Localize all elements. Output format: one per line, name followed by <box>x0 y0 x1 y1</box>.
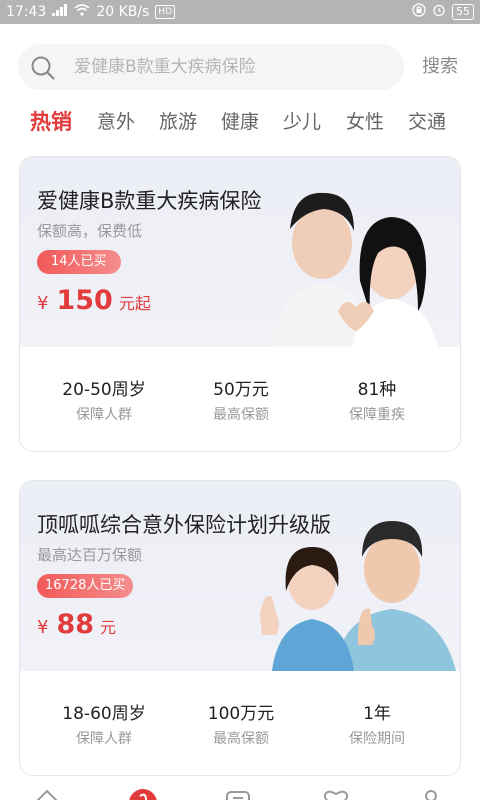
hot-icon[interactable] <box>128 788 158 800</box>
price-unit: 元起 <box>118 294 151 313</box>
bottom-nav <box>0 782 480 800</box>
stat-label: 保障重疾 <box>349 407 405 423</box>
price-value: 88 <box>56 609 95 640</box>
stat-label: 保障人群 <box>76 407 132 423</box>
home-icon[interactable] <box>34 788 60 800</box>
stat-diseases: 81种 保障重疾 <box>303 375 451 424</box>
product-subtitle: 最高达百万保额 <box>37 546 143 564</box>
product-card-header: 爱健康B款重大疾病保险 保额高，保费低 14人已买 ¥150 元起 <box>20 157 460 347</box>
product-stats: 18-60周岁 保障人群 100万元 最高保额 1年 保险期间 <box>20 671 460 775</box>
price-value: 150 <box>56 285 113 316</box>
product-card[interactable]: 爱健康B款重大疾病保险 保额高，保费低 14人已买 ¥150 元起 20-50周岁… <box>19 156 461 452</box>
search-icon <box>31 56 55 80</box>
currency-symbol: ¥ <box>37 617 49 638</box>
tab-hot[interactable]: 热销 <box>30 104 72 140</box>
signal-icon <box>52 4 68 20</box>
stat-value: 1年 <box>363 704 391 724</box>
network-speed: 20 KB/s <box>96 4 150 20</box>
stat-coverage: 50万元 最高保额 <box>167 375 315 424</box>
stat-value: 100万元 <box>207 704 275 724</box>
product-card-header: 顶呱呱综合意外保险计划升级版 最高达百万保额 16728人已买 ¥88 元 <box>20 481 460 671</box>
hd-icon: HD <box>155 5 176 19</box>
tab-traffic[interactable]: 交通 <box>408 104 446 140</box>
search-button[interactable]: 搜索 <box>422 44 458 90</box>
tab-health[interactable]: 健康 <box>221 104 259 140</box>
product-price: ¥150 元起 <box>37 285 151 316</box>
status-time: 17:43 <box>6 4 47 20</box>
product-price: ¥88 元 <box>37 609 116 640</box>
stat-label: 保障人群 <box>76 731 132 747</box>
stat-label: 最高保额 <box>213 407 269 423</box>
list-icon[interactable] <box>224 788 252 800</box>
stat-value: 18-60周岁 <box>62 704 146 724</box>
stat-value: 20-50周岁 <box>62 380 146 400</box>
stat-value: 81种 <box>357 380 397 400</box>
product-card[interactable]: 顶呱呱综合意外保险计划升级版 最高达百万保额 16728人已买 ¥88 元 18-… <box>19 480 461 776</box>
stat-label: 最高保额 <box>213 731 269 747</box>
lock-icon <box>412 3 426 21</box>
status-bar: 17:43 20 KB/s HD 55 <box>0 0 480 24</box>
stat-label: 保险期间 <box>349 731 405 747</box>
product-title: 顶呱呱综合意外保险计划升级版 <box>37 513 331 537</box>
buyers-badge: 16728人已买 <box>37 574 134 598</box>
stat-value: 50万元 <box>213 380 269 400</box>
user-icon[interactable] <box>418 788 444 800</box>
product-subtitle: 保额高，保费低 <box>37 222 143 240</box>
product-title: 爱健康B款重大疾病保险 <box>37 189 262 213</box>
stat-age: 20-50周岁 保障人群 <box>30 375 178 424</box>
price-unit: 元 <box>100 618 117 637</box>
search-row: 搜索 <box>0 44 480 90</box>
category-tabs: 热销 意外 旅游 健康 少儿 女性 交通 <box>0 104 480 140</box>
stat-coverage: 100万元 最高保额 <box>167 699 315 748</box>
alarm-icon <box>432 3 446 21</box>
heart-icon[interactable] <box>322 788 350 800</box>
tab-women[interactable]: 女性 <box>346 104 384 140</box>
tab-children[interactable]: 少儿 <box>283 104 321 140</box>
stat-age: 18-60周岁 保障人群 <box>30 699 178 748</box>
battery-icon: 55 <box>452 4 474 20</box>
couple-photo <box>242 171 460 347</box>
stat-period: 1年 保险期间 <box>303 699 451 748</box>
product-stats: 20-50周岁 保障人群 50万元 最高保额 81种 保障重疾 <box>20 347 460 451</box>
tab-accident[interactable]: 意外 <box>97 104 135 140</box>
tab-travel[interactable]: 旅游 <box>159 104 197 140</box>
currency-symbol: ¥ <box>37 293 49 314</box>
buyers-badge: 14人已买 <box>37 250 121 274</box>
wifi-icon <box>74 4 90 20</box>
search-input[interactable] <box>74 44 394 90</box>
search-box[interactable] <box>18 44 404 90</box>
